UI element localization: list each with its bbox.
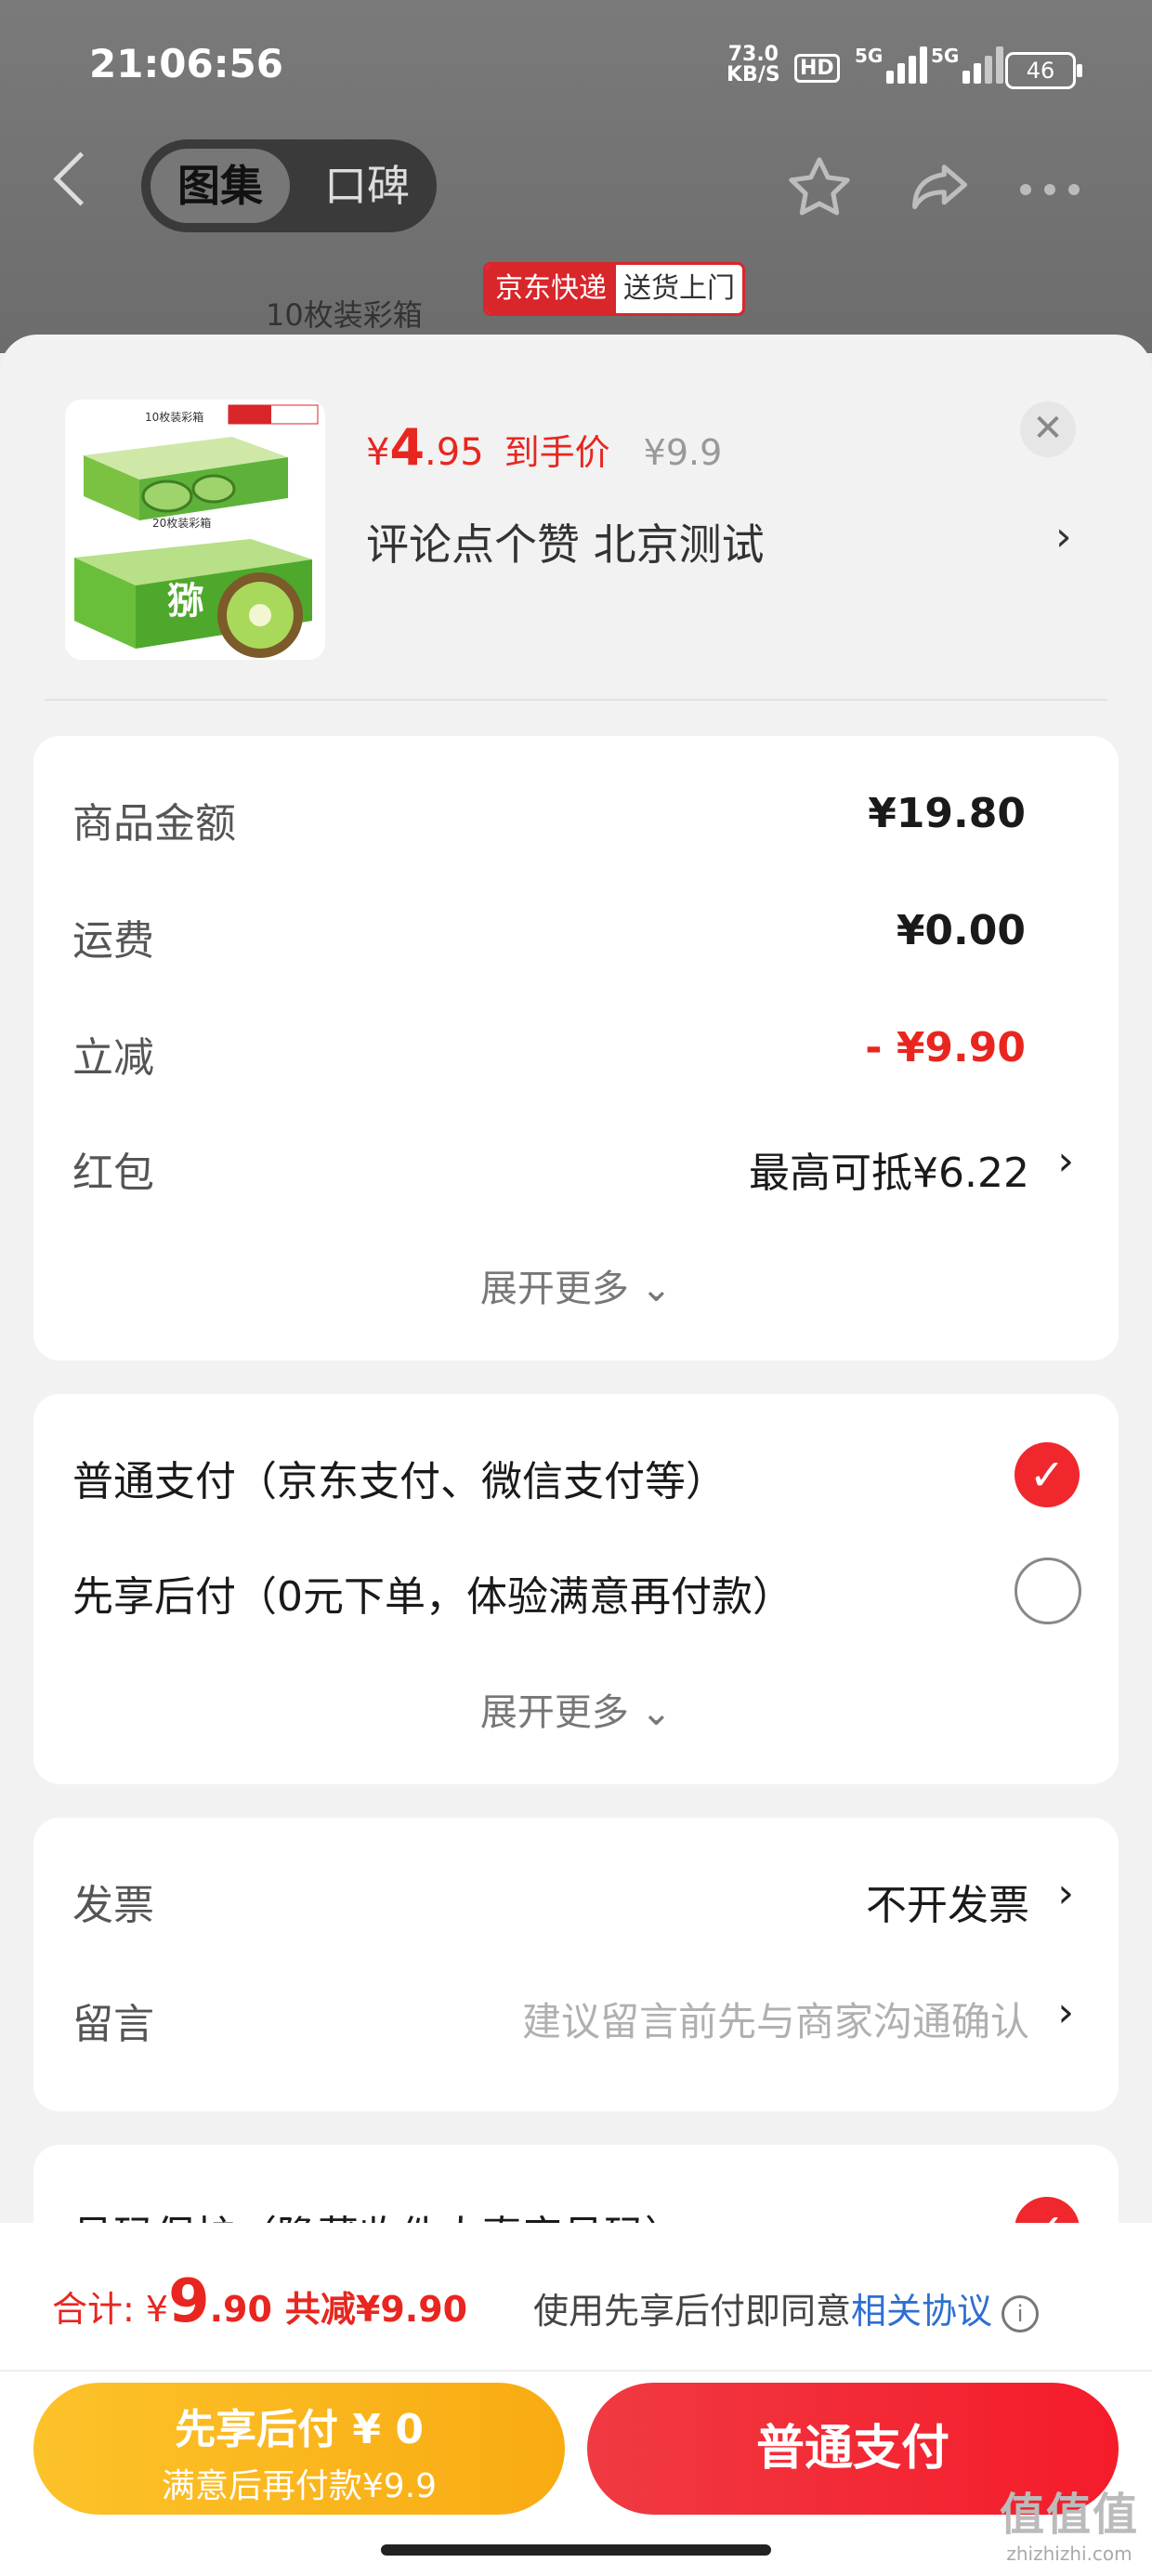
message-row[interactable]: 留言 建议留言前先与商家沟通确认: [72, 1991, 1029, 2050]
hd-voice-icon: HD: [794, 54, 840, 83]
close-icon[interactable]: ✕: [1020, 401, 1076, 457]
amount-card: 商品金额 ¥19.80 运费 ¥0.00 立减 - ¥9.90 红包 最高可抵¥…: [33, 736, 1119, 1360]
chevron-right-icon[interactable]: ›: [1057, 1989, 1074, 2036]
checkmark-selected-icon[interactable]: ✓: [1015, 1442, 1080, 1507]
original-price: ¥9.9: [643, 432, 723, 473]
divider: [45, 699, 1107, 701]
agreement-text: 使用先享后付即同意相关协议 i: [533, 2282, 1040, 2333]
radio-unselected-icon[interactable]: [1015, 1557, 1081, 1624]
amount-row-discount: 立减 - ¥9.90: [72, 1024, 1026, 1082]
expand-more-amount[interactable]: 展开更多 ⌄: [33, 1258, 1119, 1312]
watermark: 值值值 zhizhizhi.com: [999, 2489, 1139, 2565]
amount-row-shipping: 运费 ¥0.00: [72, 907, 1026, 965]
network-speed: 73.0 KB/S: [727, 43, 780, 86]
expand-more-payment[interactable]: 展开更多 ⌄: [33, 1682, 1119, 1736]
deal-price-label: 到手价: [504, 432, 610, 473]
payment-method-card: 普通支付（京东支付、微信支付等） ✓ 先享后付（0元下单，体验满意再付款） 展开…: [33, 1394, 1119, 1784]
battery-icon: 46: [1005, 52, 1082, 89]
top-nav-bar: 图集 口碑: [0, 139, 1152, 232]
gallery-box-label: 10枚装彩箱: [266, 297, 423, 333]
back-icon[interactable]: [53, 151, 108, 206]
chevron-right-icon[interactable]: ›: [1057, 1870, 1074, 1917]
chevron-right-icon[interactable]: ›: [1055, 513, 1072, 560]
message-input[interactable]: 建议留言前先与商家沟通确认: [522, 1991, 1029, 2047]
signal-icon: 5G: [931, 45, 1005, 84]
jd-express-tag: 京东快递 送货上门: [483, 262, 745, 316]
more-options-icon[interactable]: [1020, 181, 1093, 199]
amount-row-goods: 商品金额 ¥19.80: [72, 790, 1026, 848]
price-line: ¥4.95 到手价 ¥9.9: [366, 418, 723, 477]
total-amount: 合计: ¥9.90 共减¥9.90: [52, 2267, 468, 2336]
tab-reviews[interactable]: 口碑: [307, 149, 427, 223]
chevron-right-icon[interactable]: ›: [1057, 1137, 1074, 1185]
tab-gallery[interactable]: 图集: [151, 149, 290, 223]
payment-option-normal[interactable]: 普通支付（京东支付、微信支付等）: [72, 1448, 933, 1507]
thumb-caption-top: 10枚装彩箱: [145, 411, 204, 424]
checkout-footer: 合计: ¥9.90 共减¥9.90 使用先享后付即同意相关协议 i 先享后付 ¥ 0…: [0, 2223, 1152, 2576]
star-icon[interactable]: [784, 152, 855, 223]
invoice-message-card: 发票 不开发票 › 留言 建议留言前先与商家沟通确认 ›: [33, 1818, 1119, 2111]
info-icon[interactable]: i: [1001, 2294, 1040, 2333]
view-segment-control: 图集 口碑: [141, 139, 437, 232]
total-saving: 共减¥9.90: [284, 2289, 468, 2330]
status-bar: 21:06:56 73.0 KB/S HD 5G 5G 46: [0, 0, 1152, 139]
home-indicator[interactable]: [381, 2544, 771, 2556]
svg-text:猕: 猕: [167, 580, 204, 623]
status-time: 21:06:56: [89, 41, 283, 86]
signal-icon: 5G: [855, 45, 929, 84]
payment-option-later[interactable]: 先享后付（0元下单，体验满意再付款）: [72, 1563, 933, 1623]
product-thumbnail: 猕 10枚装彩箱 20枚装彩箱: [65, 400, 325, 660]
invoice-row[interactable]: 发票 不开发票: [72, 1872, 1029, 1931]
pay-later-button[interactable]: 先享后付 ¥ 0 满意后再付款¥9.9: [33, 2383, 565, 2515]
agreement-link[interactable]: 相关协议: [851, 2291, 992, 2332]
divider: [0, 2370, 1152, 2372]
deal-price: 4: [389, 418, 425, 477]
share-icon[interactable]: [903, 152, 974, 223]
selected-spec[interactable]: 评论点个赞 北京测试: [366, 511, 765, 572]
amount-row-redpacket[interactable]: 红包 最高可抵¥6.22: [72, 1139, 1029, 1199]
thumb-caption-bottom: 20枚装彩箱: [152, 517, 212, 530]
